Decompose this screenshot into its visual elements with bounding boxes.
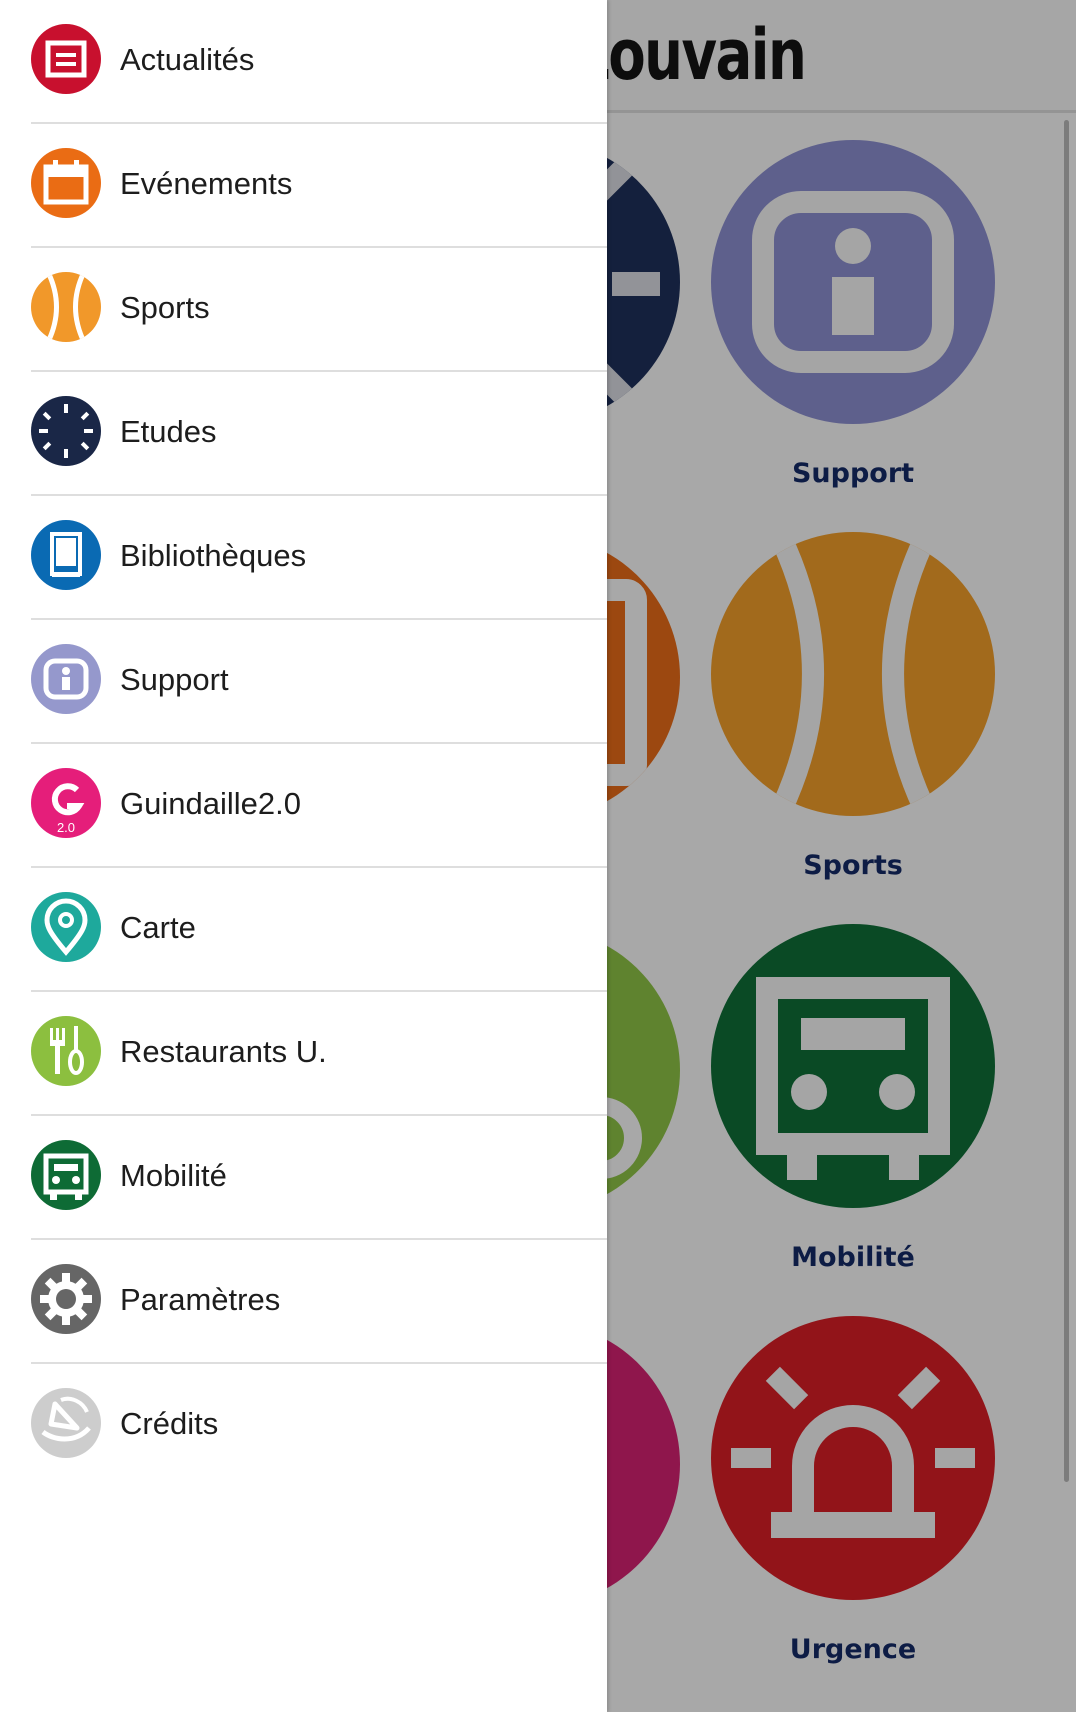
gear-icon <box>31 1264 101 1334</box>
credits-icon <box>31 1388 101 1458</box>
tile-sports[interactable]: Sports <box>711 532 995 881</box>
support-icon <box>711 140 995 424</box>
cutlery-icon <box>31 1016 101 1086</box>
drawer-item-parametres[interactable]: Paramètres <box>0 1240 607 1364</box>
sports-ball-icon <box>711 532 995 816</box>
scrollbar[interactable] <box>1064 120 1069 1482</box>
guindaille-icon: 2.0 <box>31 768 101 838</box>
drawer-item-label: Support <box>120 662 229 697</box>
map-pin-icon <box>31 892 101 962</box>
alarm-light-icon <box>711 1316 995 1600</box>
drawer-item-label: Crédits <box>120 1406 219 1441</box>
bus-icon <box>711 924 995 1208</box>
drawer-item-evenements[interactable]: Evénements <box>0 124 607 248</box>
tile-label: Mobilité <box>791 1242 915 1273</box>
tile-label: Support <box>791 458 915 489</box>
drawer-item-restaurants[interactable]: Restaurants U. <box>0 992 607 1116</box>
tile-label: Urgence <box>789 1634 917 1665</box>
book-icon <box>31 520 101 590</box>
tile-mobilite[interactable]: Mobilité <box>711 924 995 1273</box>
drawer-item-label: Etudes <box>120 414 217 449</box>
tile-label: Sports <box>803 850 903 881</box>
calendar-icon <box>31 148 101 218</box>
drawer-item-label: Sports <box>120 290 210 325</box>
support-icon <box>31 644 101 714</box>
drawer-item-label: Bibliothèques <box>120 538 307 573</box>
drawer-item-mobilite[interactable]: Mobilité <box>0 1116 607 1240</box>
drawer-item-label: Restaurants U. <box>120 1034 327 1069</box>
drawer-item-label: Paramètres <box>120 1282 281 1317</box>
guindaille-badge: 2.0 <box>57 820 75 835</box>
drawer-item-bibliotheques[interactable]: Bibliothèques <box>0 496 607 620</box>
study-clock-icon <box>31 396 101 466</box>
navigation-drawer: Actualités Evénements Sports Etudes Bibl… <box>0 0 607 1712</box>
tile-urgence[interactable]: Urgence <box>711 1316 995 1665</box>
drawer-item-label: Mobilité <box>120 1158 227 1193</box>
drawer-item-label: Evénements <box>120 166 293 201</box>
bus-icon <box>31 1140 101 1210</box>
app-title: Louvain <box>575 14 807 96</box>
sports-ball-icon <box>31 272 101 342</box>
drawer-item-carte[interactable]: Carte <box>0 868 607 992</box>
drawer-item-actualites[interactable]: Actualités <box>0 0 607 124</box>
tile-support[interactable]: Support <box>711 140 995 489</box>
drawer-item-credits[interactable]: Crédits <box>0 1364 607 1488</box>
drawer-item-label: Guindaille2.0 <box>120 786 301 821</box>
drawer-item-support[interactable]: Support <box>0 620 607 744</box>
news-icon <box>31 24 101 94</box>
drawer-item-label: Carte <box>120 910 196 945</box>
drawer-item-etudes[interactable]: Etudes <box>0 372 607 496</box>
drawer-item-sports[interactable]: Sports <box>0 248 607 372</box>
drawer-item-label: Actualités <box>120 42 255 77</box>
drawer-item-guindaille[interactable]: 2.0 Guindaille2.0 <box>0 744 607 868</box>
